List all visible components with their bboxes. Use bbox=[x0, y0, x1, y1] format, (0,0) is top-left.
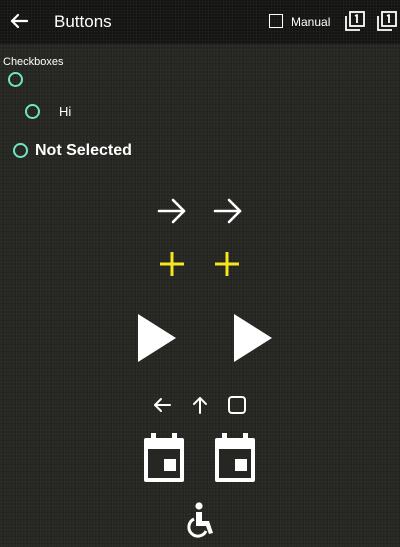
plus-icon bbox=[160, 252, 184, 276]
arrow-right-button-1[interactable] bbox=[156, 196, 188, 226]
arrow-left-button[interactable] bbox=[152, 395, 172, 415]
add-button-1[interactable] bbox=[158, 250, 186, 278]
radio-button-3[interactable] bbox=[13, 143, 28, 158]
play-icon bbox=[138, 314, 176, 362]
arrow-right-button-2[interactable] bbox=[212, 196, 244, 226]
back-button[interactable] bbox=[8, 8, 30, 34]
arrow-left-icon bbox=[10, 13, 29, 29]
play-button-1[interactable] bbox=[137, 313, 177, 363]
calendar-icon bbox=[144, 433, 184, 482]
stop-square-icon bbox=[228, 396, 246, 414]
play-icon bbox=[234, 314, 272, 362]
manual-checkbox[interactable]: Manual bbox=[269, 13, 331, 31]
filter-1-icon bbox=[377, 11, 397, 31]
add-button-2[interactable] bbox=[213, 250, 241, 278]
page: Buttons Manual Checkboxes Hi Not Selecte… bbox=[0, 0, 400, 547]
arrow-right-icon bbox=[213, 198, 242, 224]
plus-icon bbox=[215, 252, 239, 276]
stop-button[interactable] bbox=[227, 395, 247, 415]
radio-label-hi: Hi bbox=[59, 104, 72, 119]
checkbox-box[interactable] bbox=[269, 14, 283, 28]
radio-label-not-selected: Not Selected bbox=[35, 142, 132, 159]
accessible-icon bbox=[187, 502, 213, 538]
app-bar: Buttons Manual bbox=[0, 0, 400, 44]
arrow-left-icon bbox=[154, 398, 171, 412]
calendar-button-1[interactable] bbox=[141, 432, 187, 484]
arrow-up-button[interactable] bbox=[190, 395, 210, 415]
calendar-button-2[interactable] bbox=[212, 432, 258, 484]
manual-label: Manual bbox=[291, 15, 331, 29]
play-button-2[interactable] bbox=[233, 313, 273, 363]
arrow-right-icon bbox=[157, 198, 186, 224]
section-label: Checkboxes bbox=[3, 56, 64, 68]
accessible-button[interactable] bbox=[186, 502, 216, 540]
page-title: Buttons bbox=[54, 12, 112, 31]
radio-button-2[interactable] bbox=[25, 104, 40, 119]
calendar-icon bbox=[215, 433, 255, 482]
page-one-button-secondary[interactable] bbox=[377, 11, 397, 31]
arrow-up-icon bbox=[193, 397, 207, 414]
filter-1-icon bbox=[345, 11, 365, 31]
page-one-button[interactable] bbox=[345, 11, 365, 31]
radio-button-1[interactable] bbox=[8, 72, 23, 87]
